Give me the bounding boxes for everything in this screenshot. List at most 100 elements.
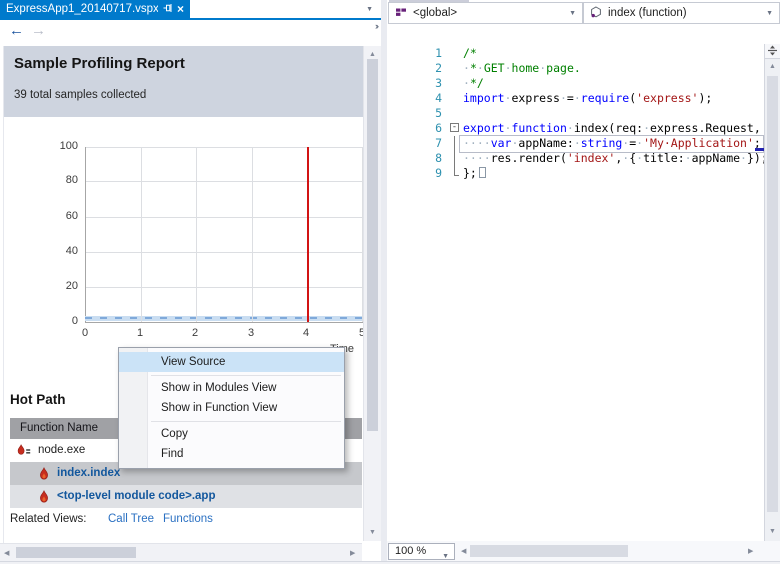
function-name: node.exe bbox=[38, 444, 86, 456]
menu-item-show-in-modules-view[interactable]: Show in Modules View bbox=[119, 378, 344, 398]
editor-pane: index.ts × ▼ <global> ▼ index (function)… bbox=[387, 0, 780, 564]
selected-sample-marker bbox=[307, 147, 309, 322]
related-views: Related Views: Call Tree Functions bbox=[0, 513, 362, 531]
outline-margin bbox=[450, 151, 461, 166]
x-tick-label: 3 bbox=[247, 327, 255, 339]
menu-item-find[interactable]: Find bbox=[119, 444, 344, 464]
zoom-value: 100 % bbox=[395, 545, 427, 557]
caret-line-end-marker bbox=[755, 148, 764, 151]
gridline bbox=[86, 217, 363, 218]
gridline bbox=[86, 287, 363, 288]
collapse-box-icon[interactable]: - bbox=[450, 123, 459, 132]
navigation-scope-dropdown[interactable]: <global> ▼ bbox=[388, 2, 583, 24]
scroll-up-icon[interactable]: ▲ bbox=[769, 63, 776, 70]
scroll-down-icon[interactable]: ▼ bbox=[369, 529, 376, 536]
y-tick-label: 20 bbox=[65, 280, 78, 292]
scrollbar-thumb[interactable] bbox=[367, 59, 378, 431]
pin-icon[interactable] bbox=[163, 3, 172, 16]
link-call-tree[interactable]: Call Tree bbox=[108, 513, 154, 525]
back-button[interactable]: ← bbox=[9, 22, 24, 39]
line-number: 7 bbox=[435, 136, 442, 150]
scroll-right-icon[interactable]: ▶ bbox=[350, 550, 355, 557]
line-number: 2 bbox=[435, 61, 442, 75]
related-views-label: Related Views: bbox=[10, 513, 87, 525]
line-number: 3 bbox=[435, 76, 442, 90]
code-line[interactable]: 8 ····res.render('index',·{·title:·appNam… bbox=[387, 151, 764, 166]
report-left-border bbox=[3, 46, 4, 560]
outline-margin bbox=[450, 91, 461, 106]
outline-margin bbox=[450, 136, 461, 151]
report-header: Sample Profiling Report 39 total samples… bbox=[4, 46, 363, 117]
scroll-left-icon[interactable]: ◀ bbox=[4, 550, 9, 557]
scrollbar-thumb[interactable] bbox=[767, 76, 778, 512]
tab-list-chevron-icon[interactable]: ▼ bbox=[366, 6, 373, 13]
code-line[interactable]: 6- export·function·index(req:·express.Req… bbox=[387, 121, 764, 136]
tab-profiling-report[interactable]: ExpressApp1_20140717.vspx × bbox=[0, 0, 190, 18]
code-editor[interactable]: 1/* 2 ·*·GET·home·page. 3 ·*/4 import·express… bbox=[387, 44, 764, 541]
scope-value: <global> bbox=[413, 7, 458, 19]
code-line[interactable]: 5 bbox=[387, 106, 764, 121]
y-tick-label: 100 bbox=[59, 140, 78, 152]
menu-item-view-source[interactable]: View Source bbox=[119, 352, 344, 372]
scroll-right-icon[interactable]: ▶ bbox=[748, 548, 753, 555]
line-number: 8 bbox=[435, 151, 442, 165]
forward-button[interactable]: → bbox=[31, 22, 46, 39]
report-title: Sample Profiling Report bbox=[14, 55, 185, 72]
formatting-glyph bbox=[478, 167, 486, 178]
report-subtitle: 39 total samples collected bbox=[14, 89, 147, 101]
menu-item-show-in-function-view[interactable]: Show in Function View bbox=[119, 398, 344, 418]
gridline bbox=[86, 181, 363, 182]
menu-separator bbox=[151, 421, 341, 422]
chevron-down-icon: ▼ bbox=[766, 9, 773, 17]
gridline bbox=[141, 147, 142, 322]
chevron-down-icon: ▼ bbox=[569, 9, 576, 17]
horizontal-scrollbar[interactable]: ◀ ▶ bbox=[0, 543, 362, 561]
line-number: 4 bbox=[435, 91, 442, 105]
outline-margin[interactable]: - bbox=[450, 121, 461, 136]
y-tick-label: 40 bbox=[65, 245, 78, 257]
cpu-series-line bbox=[85, 316, 366, 321]
vertical-scrollbar[interactable]: ▲ ▼ bbox=[363, 46, 381, 541]
scrollbar-thumb[interactable] bbox=[470, 545, 628, 557]
x-tick-label: 1 bbox=[136, 327, 144, 339]
report-toolbar: ← → ›› bbox=[0, 20, 381, 45]
hot-path-row[interactable]: <top-level module code>.app bbox=[10, 485, 362, 508]
editor-splitter-handle[interactable] bbox=[765, 44, 780, 59]
code-line[interactable]: 9}; bbox=[387, 166, 764, 181]
hot-path-title: Hot Path bbox=[10, 392, 66, 407]
chart-y-axis-labels: 0 20 40 60 80 100 bbox=[38, 140, 78, 327]
outline-margin bbox=[450, 106, 461, 121]
link-functions[interactable]: Functions bbox=[163, 513, 213, 525]
scroll-down-icon[interactable]: ▼ bbox=[769, 528, 776, 535]
line-number: 9 bbox=[435, 166, 442, 180]
y-tick-label: 60 bbox=[65, 210, 78, 222]
member-value: index (function) bbox=[608, 7, 687, 19]
outline-margin bbox=[450, 61, 461, 76]
method-icon bbox=[590, 5, 602, 21]
menu-separator bbox=[151, 375, 341, 376]
zoom-dropdown[interactable]: 100 % ▼ bbox=[388, 543, 455, 560]
editor-vertical-scrollbar[interactable]: ▲ ▼ bbox=[764, 44, 780, 541]
tab-title: ExpressApp1_20140717.vspx bbox=[6, 3, 158, 15]
function-name: <top-level module code>.app bbox=[57, 490, 216, 502]
code-line[interactable]: 1/* bbox=[387, 46, 764, 61]
gridline bbox=[196, 147, 197, 322]
navigation-member-dropdown[interactable]: index (function) ▼ bbox=[583, 2, 780, 24]
y-tick-label: 0 bbox=[71, 315, 78, 327]
x-tick-label: 2 bbox=[191, 327, 199, 339]
gridline bbox=[252, 147, 253, 322]
scroll-left-icon[interactable]: ◀ bbox=[461, 548, 466, 555]
code-line[interactable]: 7 ····var·appName:·string·=·'My·Applicati… bbox=[387, 136, 764, 151]
gridline bbox=[86, 252, 363, 253]
menu-item-copy[interactable]: Copy bbox=[119, 424, 344, 444]
code-line[interactable]: 3 ·*/ bbox=[387, 76, 764, 91]
code-line[interactable]: 4 import·express·=·require('express'); bbox=[387, 91, 764, 106]
scroll-up-icon[interactable]: ▲ bbox=[369, 51, 376, 58]
close-icon[interactable]: × bbox=[177, 3, 184, 15]
outline-margin bbox=[450, 166, 461, 181]
code-line[interactable]: 2 ·*·GET·home·page. bbox=[387, 61, 764, 76]
y-tick-label: 80 bbox=[65, 174, 78, 186]
toolbar-overflow-icon[interactable]: ›› bbox=[375, 21, 379, 31]
line-number: 5 bbox=[435, 106, 442, 120]
scrollbar-thumb[interactable] bbox=[16, 547, 136, 558]
